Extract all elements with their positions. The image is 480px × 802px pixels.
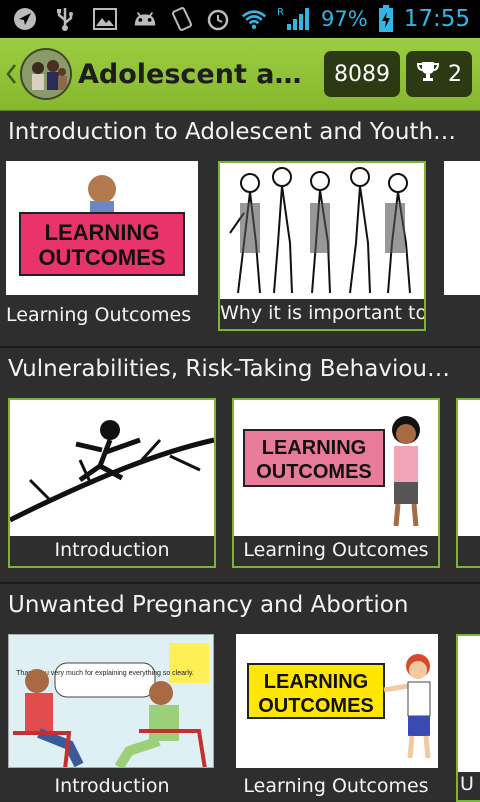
activity-label: Learning Outcomes [243,775,429,797]
activity-card[interactable]: Why it is important to [218,161,426,331]
signal-icon: R [277,6,311,32]
android-icon [132,6,158,32]
partial-thumbnail [458,400,480,536]
svg-text:R: R [277,7,284,18]
wifi-icon [241,6,267,32]
activity-card-partial[interactable] [456,398,480,568]
partial-thumbnail [458,636,480,772]
trophy-count: 2 [448,61,462,87]
course-avatar[interactable] [20,48,72,100]
svg-text:LEARNING: LEARNING [264,671,368,693]
section-title[interactable]: Vulnerabilities, Risk-Taking Behaviours,… [8,356,458,382]
conversation-image: Thank you very much for explaining every… [8,634,214,768]
activity-label: Why it is important to [220,302,424,324]
activity-label: Introduction [54,775,170,797]
svg-text:OUTCOMES: OUTCOMES [38,245,165,270]
alarm-icon [205,6,231,32]
section-intro: Introduction to Adolescent and Youth… LE… [0,111,480,347]
activity-card-partial[interactable]: U [456,634,480,802]
action-bar: Adolescent and… 8089 2 [0,38,480,111]
activity-label: Learning Outcomes [6,304,192,326]
section-vulnerabilities: Vulnerabilities, Risk-Taking Behaviours,… [0,348,480,584]
activity-label: Introduction [54,539,170,561]
learning-outcomes-image: LEARNING OUTCOMES [234,400,438,536]
navigation-icon [12,6,38,32]
usb-icon [52,6,78,32]
section-title[interactable]: Unwanted Pregnancy and Abortion [8,592,458,618]
activity-card-partial[interactable] [444,161,480,331]
back-chevron-icon[interactable] [4,59,18,89]
battery-charging-icon [378,5,394,32]
svg-text:OUTCOMES: OUTCOMES [256,461,372,483]
partial-thumbnail [444,161,480,295]
activity-card[interactable]: Thank you very much for explaining every… [8,634,216,802]
activity-card[interactable]: LEARNING OUTCOMES Learning Outcomes [232,398,440,568]
learning-outcomes-image: LEARNING OUTCOMES [6,161,198,295]
activity-card[interactable]: Introduction [8,398,216,568]
group-discussion-image [220,163,424,299]
trophy-icon [416,59,440,89]
section-title[interactable]: Introduction to Adolescent and Youth… [8,119,458,145]
activity-label: U [460,773,474,795]
page-title: Adolescent and… [78,58,316,90]
gallery-icon [92,6,118,32]
vibrate-icon [169,6,195,32]
svg-text:LEARNING: LEARNING [45,220,160,245]
climbing-figure-image [10,400,214,536]
activity-card[interactable]: LEARNING OUTCOMES Learning Outcomes [6,161,210,331]
clock: 17:55 [403,6,470,32]
points-badge[interactable]: 8089 [324,51,400,97]
status-bar: R 97% 17:55 [0,0,480,38]
battery-percent: 97% [321,7,368,31]
badges-button[interactable]: 2 [406,51,472,97]
learning-outcomes-image: LEARNING OUTCOMES [236,634,438,768]
activity-card[interactable]: LEARNING OUTCOMES Learning Outcomes [232,634,440,802]
svg-text:OUTCOMES: OUTCOMES [258,695,374,717]
activity-label: Learning Outcomes [243,539,429,561]
section-unwanted-pregnancy: Unwanted Pregnancy and Abortion Thank yo… [0,584,480,802]
svg-text:LEARNING: LEARNING [262,437,366,459]
